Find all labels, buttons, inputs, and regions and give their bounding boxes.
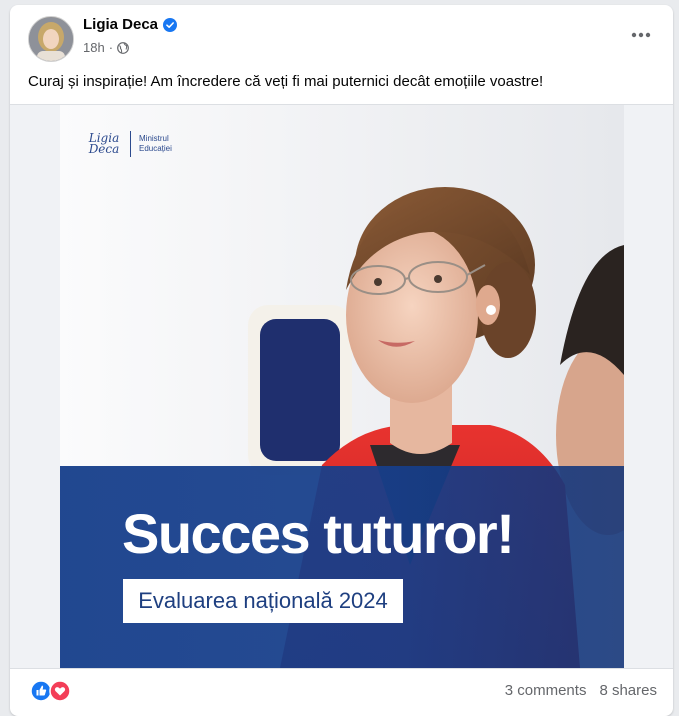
brand-signature: Ligia Deca bbox=[86, 132, 122, 156]
post-media[interactable]: Ligia Deca Ministrul Educației Succes tu… bbox=[10, 104, 673, 669]
reactions-summary[interactable] bbox=[30, 680, 72, 702]
love-icon bbox=[49, 680, 71, 702]
poster-subtitle: Evaluarea națională 2024 bbox=[123, 579, 403, 623]
poster-headline: Succes tuturor! bbox=[122, 502, 515, 565]
post-text: Curaj și inspirație! Am încredere că veț… bbox=[28, 73, 544, 90]
brand-signature-line2: Deca bbox=[88, 142, 120, 156]
avatar[interactable] bbox=[28, 16, 74, 62]
post-header: Ligia Deca 18h · bbox=[10, 5, 673, 65]
brand-title: Ministrul Educației bbox=[139, 134, 179, 154]
globe-icon bbox=[117, 41, 129, 54]
like-icon bbox=[30, 680, 52, 702]
post-footer: 3 comments 8 shares bbox=[10, 667, 673, 716]
verified-badge-icon bbox=[163, 17, 178, 32]
shares-count[interactable]: 8 shares bbox=[599, 682, 657, 699]
post-image[interactable]: Ligia Deca Ministrul Educației Succes tu… bbox=[60, 105, 624, 668]
meta-separator: · bbox=[108, 40, 114, 55]
comments-count[interactable]: 3 comments bbox=[505, 682, 587, 699]
more-options-button[interactable] bbox=[627, 21, 655, 49]
poster-banner bbox=[60, 466, 624, 668]
more-horizontal-icon bbox=[631, 32, 651, 38]
post-meta: 18h · bbox=[83, 40, 129, 55]
brand-divider bbox=[130, 131, 131, 157]
author-row: Ligia Deca bbox=[83, 16, 178, 33]
brand-title-line1: Ministrul bbox=[139, 134, 169, 143]
engagement-stats: 3 comments 8 shares bbox=[505, 682, 657, 699]
post-timestamp[interactable]: 18h bbox=[83, 40, 105, 55]
post-card: Ligia Deca 18h · Curaj și inspirație! Am… bbox=[10, 5, 673, 716]
brand-title-line2: Educației bbox=[139, 144, 172, 153]
avatar-image bbox=[29, 17, 73, 61]
author-name[interactable]: Ligia Deca bbox=[83, 16, 158, 33]
ministry-logo: Ligia Deca Ministrul Educației bbox=[86, 131, 179, 157]
